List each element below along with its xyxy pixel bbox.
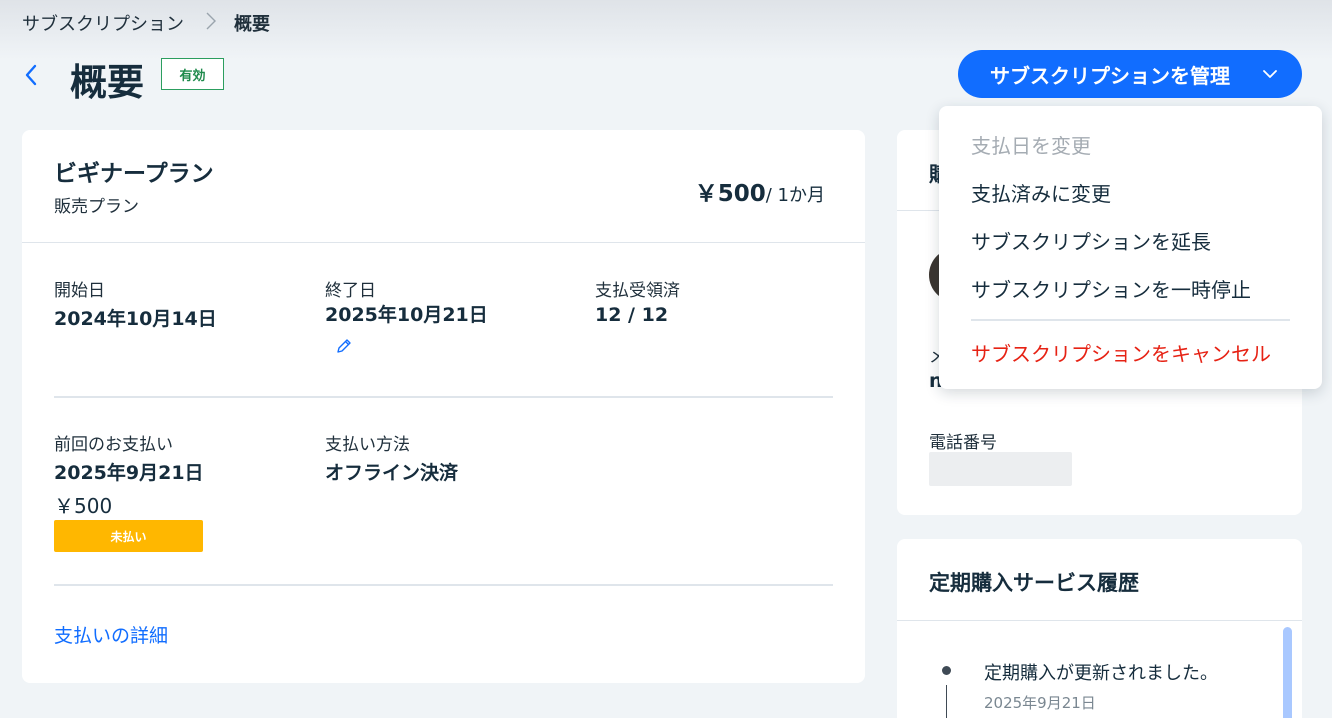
chevron-right-icon <box>206 12 216 35</box>
breadcrumb: サブスクリプション 概要 <box>22 10 270 36</box>
end-date-label: 終了日 <box>325 281 376 301</box>
pencil-icon[interactable] <box>334 336 354 356</box>
timeline-line <box>946 685 947 718</box>
card-divider <box>897 620 1302 621</box>
history-event-text: 定期購入が更新されました。 <box>984 663 1218 684</box>
end-date-value: 2025年10月21日 <box>325 304 488 326</box>
payment-method-value: オフライン決済 <box>325 462 459 484</box>
payment-details-link[interactable]: 支払いの詳細 <box>54 621 168 648</box>
subscription-history-card: 定期購入サービス履歴 定期購入が更新されました。 2025年9月21日 <box>897 539 1302 718</box>
plan-card: ビギナープラン 販売プラン ￥500/ 1か月 開始日 2024年10月14日 … <box>22 130 865 683</box>
plan-name: ビギナープラン <box>54 161 214 187</box>
menu-item-mark-as-paid[interactable]: 支払済みに変更 <box>971 178 1111 207</box>
manage-subscription-label: サブスクリプションを管理 <box>990 63 1230 88</box>
payment-method-label: 支払い方法 <box>325 435 410 455</box>
section-divider <box>54 584 833 586</box>
scrollbar[interactable] <box>1283 627 1292 718</box>
subscription-overview-page: サブスクリプション 概要 概要 有効 サブスクリプションを管理 ビギナープラン … <box>0 0 1332 718</box>
section-divider <box>54 396 833 398</box>
manage-subscription-button[interactable]: サブスクリプションを管理 <box>958 50 1302 98</box>
plan-type: 販売プラン <box>54 197 139 217</box>
menu-item-cancel-subscription[interactable]: サブスクリプションをキャンセル <box>971 338 1271 367</box>
plan-price-amount: ￥500 <box>694 181 766 207</box>
last-payment-amount: ￥500 <box>54 494 113 518</box>
payments-received-label: 支払受領済 <box>595 281 680 301</box>
phone-value-redacted <box>929 452 1072 486</box>
breadcrumb-parent[interactable]: サブスクリプション <box>22 10 184 36</box>
status-badge: 有効 <box>161 58 224 90</box>
plan-price-period: / 1か月 <box>765 185 825 206</box>
plan-header: ビギナープラン 販売プラン ￥500/ 1か月 <box>22 130 865 243</box>
page-header: 概要 有効 サブスクリプションを管理 <box>0 48 1332 104</box>
menu-divider <box>971 319 1290 321</box>
menu-item-change-payment-date: 支払日を変更 <box>971 134 1091 158</box>
last-payment-date: 2025年9月21日 <box>54 462 204 484</box>
menu-item-extend-subscription[interactable]: サブスクリプションを延長 <box>971 226 1211 255</box>
start-date-label: 開始日 <box>54 281 105 301</box>
manage-subscription-menu: 支払日を変更 支払済みに変更 サブスクリプションを延長 サブスクリプションを一時… <box>939 106 1322 389</box>
timeline-dot <box>942 666 951 675</box>
last-payment-label: 前回のお支払い <box>54 435 173 455</box>
payments-received-value: 12 / 12 <box>595 304 669 326</box>
breadcrumb-current: 概要 <box>234 14 270 35</box>
phone-label: 電話番号 <box>929 433 997 453</box>
chevron-left-icon <box>25 64 37 86</box>
menu-item-pause-subscription[interactable]: サブスクリプションを一時停止 <box>971 274 1251 303</box>
chevron-down-icon <box>1262 64 1278 89</box>
unpaid-badge: 未払い <box>54 520 203 552</box>
page-title: 概要 <box>70 61 144 104</box>
start-date-value: 2024年10月14日 <box>54 308 217 330</box>
back-button[interactable] <box>18 58 44 92</box>
history-event-date: 2025年9月21日 <box>984 694 1096 712</box>
plan-price: ￥500/ 1か月 <box>695 174 825 208</box>
history-title: 定期購入サービス履歴 <box>929 571 1139 595</box>
